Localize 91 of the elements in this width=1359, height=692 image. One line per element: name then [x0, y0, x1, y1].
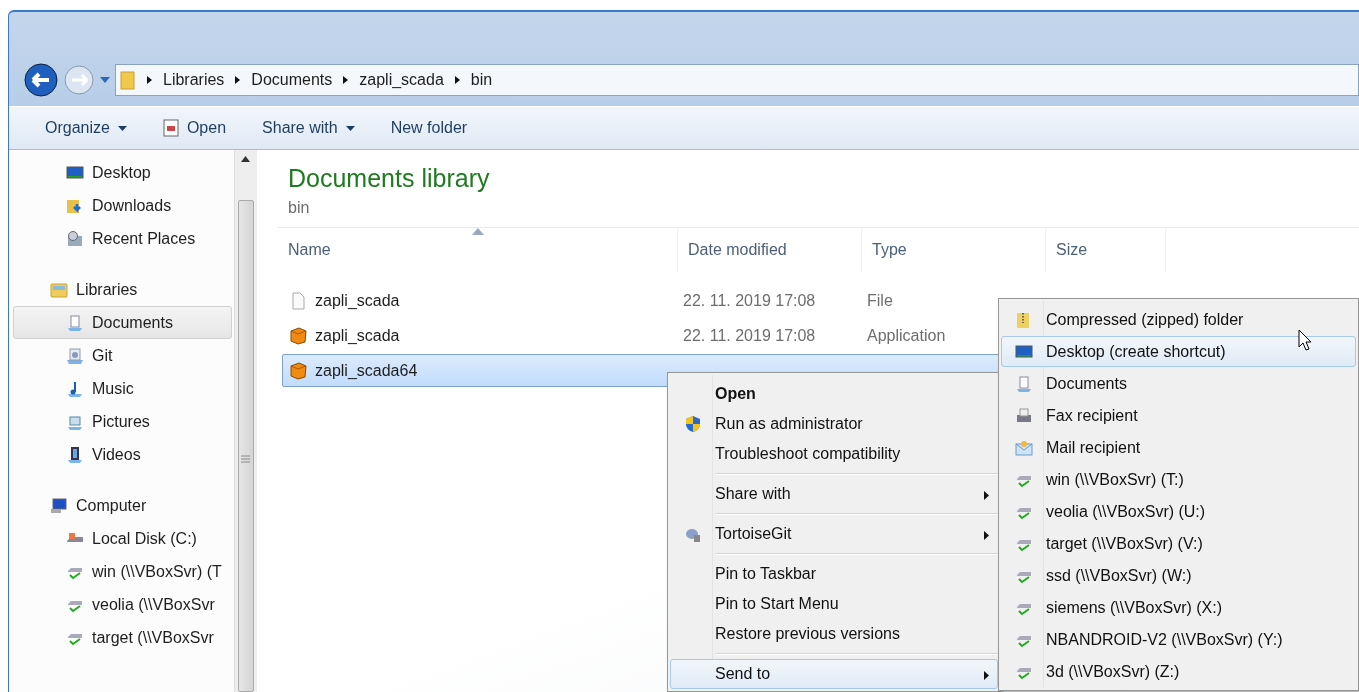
toolbar-button[interactable]: Share with	[248, 115, 369, 141]
cube-icon	[289, 361, 307, 380]
nav-pane-item[interactable]: Local Disk (C:)	[13, 522, 232, 555]
nav-pane-item[interactable]: Pictures	[13, 405, 232, 438]
menu-item[interactable]: win (\\VBoxSvr) (T:)	[1001, 464, 1356, 495]
scrollbar[interactable]	[234, 150, 257, 692]
breadcrumb-item[interactable]: Libraries	[163, 71, 225, 89]
menu-item[interactable]: Pin to Taskbar	[670, 559, 998, 589]
date-modified: 22. 11. 2019 17:08	[682, 291, 817, 310]
library-icon	[66, 346, 84, 365]
column-header[interactable]: Type	[862, 228, 1046, 272]
chevron-icon[interactable]	[146, 75, 153, 85]
nav-pane-item[interactable]: Desktop	[13, 156, 232, 189]
menu-item[interactable]: Pin to Start Menu	[670, 589, 998, 619]
column-header[interactable]: Size	[1046, 228, 1166, 272]
submenu-arrow-icon	[984, 491, 989, 500]
menu-item[interactable]: 3d (\\VBoxSvr) (Z:)	[1001, 656, 1356, 687]
menu-item[interactable]: Fax recipient	[1001, 400, 1356, 431]
monitor-icon	[1015, 342, 1033, 361]
nav-pane-item[interactable]: Git	[13, 339, 232, 372]
file-row[interactable]: zapli_scada 22. 11. 2019 17:08 Application	[282, 319, 964, 352]
library-subtitle: bin	[288, 199, 311, 217]
grip-icon	[241, 455, 250, 463]
menu-item[interactable]: Restore previous versions	[670, 619, 998, 649]
sort-arrow-icon	[471, 228, 484, 235]
toolbar-button[interactable]: Organize	[31, 115, 141, 141]
toolbar-button[interactable]: New folder	[376, 115, 482, 141]
window-icon	[162, 119, 179, 137]
menu-item[interactable]: veolia (\\VBoxSvr) (U:)	[1001, 496, 1356, 527]
blank-file-icon	[289, 291, 307, 310]
date-modified: 22. 11. 2019 17:08	[682, 326, 817, 345]
back-button[interactable]	[23, 62, 59, 98]
computer-icon	[50, 496, 68, 515]
menu-item[interactable]: Share with	[670, 479, 998, 509]
nav-pane-item[interactable]: Videos	[13, 438, 232, 471]
file-name: zapli_scada	[315, 326, 400, 345]
toolbar-button[interactable]: Open	[148, 115, 241, 141]
folder-icon	[120, 70, 136, 90]
nav-pane-item[interactable]: Computer	[13, 489, 232, 522]
menu-item[interactable]: NBANDROID-V2 (\\VBoxSvr) (Y:)	[1001, 624, 1356, 655]
menu-item[interactable]: TortoiseGit	[670, 519, 998, 549]
recent-places-icon	[66, 229, 84, 248]
menu-item[interactable]: Mail recipient	[1001, 432, 1356, 463]
nav-pane-item[interactable]: Documents	[13, 306, 232, 339]
menu-item[interactable]: Send to	[670, 659, 998, 689]
document-library-icon	[1015, 374, 1033, 393]
envelope-icon	[1015, 438, 1033, 457]
library-folder-icon	[50, 280, 68, 299]
menu-item[interactable]: siemens (\\VBoxSvr) (X:)	[1001, 592, 1356, 623]
scroll-up-icon[interactable]	[241, 156, 250, 162]
breadcrumb-item[interactable]: Documents	[251, 71, 333, 89]
menu-item[interactable]: ssd (\\VBoxSvr) (W:)	[1001, 560, 1356, 591]
file-name: zapli_scada64	[315, 361, 418, 380]
menu-item[interactable]: Desktop (create shortcut)	[1001, 336, 1356, 367]
recent-pages-dropdown[interactable]	[99, 76, 111, 84]
column-header[interactable]: Date modified	[678, 228, 862, 272]
chevron-icon[interactable]	[342, 75, 350, 85]
fax-icon	[1015, 406, 1033, 425]
nav-pane-item[interactable]: Music	[13, 372, 232, 405]
nav-pane-item[interactable]: win (\\VBoxSvr) (T	[13, 555, 232, 588]
menu-item[interactable]: Run as administrator	[670, 409, 998, 439]
nav-pane-item[interactable]: Libraries	[13, 273, 232, 306]
menu-item[interactable]: target (\\VBoxSvr) (V:)	[1001, 528, 1356, 559]
chevron-icon[interactable]	[453, 75, 461, 85]
menu-item[interactable]: Compressed (zipped) folder	[1001, 304, 1356, 335]
submenu-arrow-icon	[984, 671, 989, 680]
breadcrumb-item[interactable]: zapli_scada	[359, 71, 444, 89]
mouse-cursor-icon	[1298, 329, 1312, 351]
nav-pane-item[interactable]: Recent Places	[13, 222, 232, 255]
nav-pane-item[interactable]: veolia (\\VBoxSvr	[13, 588, 232, 621]
nav-pane-item[interactable]: target (\\VBoxSvr	[13, 621, 232, 654]
caret-icon	[345, 125, 355, 131]
document-library-icon	[66, 313, 84, 332]
chevron-icon[interactable]	[234, 75, 242, 85]
caret-icon	[117, 125, 127, 131]
nav-pane-item[interactable]: Downloads	[13, 189, 232, 222]
submenu-arrow-icon	[984, 531, 989, 540]
cube-icon	[289, 326, 307, 345]
file-row[interactable]: zapli_scada 22. 11. 2019 17:08 File	[282, 284, 964, 317]
shield-icon	[684, 415, 702, 433]
library-title: Documents library	[288, 164, 491, 193]
column-header[interactable]: Name	[278, 228, 678, 272]
file-name: zapli_scada	[315, 291, 400, 310]
music-note-icon	[66, 379, 84, 398]
file-type: Application	[866, 326, 947, 345]
monitor-icon	[66, 163, 84, 182]
file-type: File	[866, 291, 894, 310]
breadcrumb-item[interactable]: bin	[470, 71, 493, 89]
address-bar[interactable]: Libraries Documents zapli_scada bin	[115, 64, 1359, 96]
film-icon	[66, 445, 84, 464]
menu-item[interactable]: Troubleshoot compatibility	[670, 439, 998, 469]
